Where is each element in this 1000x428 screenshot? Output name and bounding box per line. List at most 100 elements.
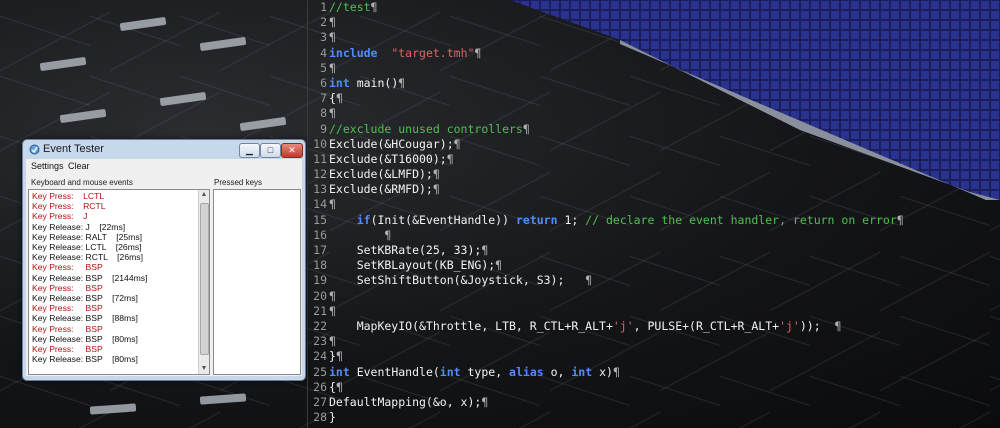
- code-editor[interactable]: 1//test¶ 2 ¶ 3 ¶ 4 include "target.tmh"¶ 5 ¶ 6 int…: [308, 0, 1000, 424]
- event-list-item[interactable]: Key Press: BSP: [32, 324, 103, 334]
- code-line[interactable]: 13 Exclude(&RMFD);¶: [308, 182, 1000, 197]
- code-line[interactable]: 27 DefaultMapping(&o, x);¶: [308, 395, 1000, 410]
- event-list-item[interactable]: Key Press: BSP: [32, 283, 103, 293]
- event-list-item[interactable]: Key Press: RCTL: [32, 201, 106, 211]
- events-list[interactable]: ▲ ▼ Key Press: LCTL Key Press: RCTL Key Pr…: [28, 189, 210, 375]
- code-line[interactable]: 18 SetKBLayout(KB_ENG);¶: [308, 258, 1000, 273]
- code-line[interactable]: 3 ¶: [308, 30, 1000, 45]
- code-text: ¶: [329, 30, 336, 45]
- line-number: 23: [313, 334, 327, 349]
- code-text: //exclude unused controllers¶: [329, 122, 530, 137]
- code-line[interactable]: 19 SetShiftButton(&Joystick, S3); ¶: [308, 273, 1000, 288]
- code-line[interactable]: 9//exclude unused controllers¶: [308, 122, 1000, 137]
- code-line[interactable]: 26 {¶: [308, 380, 1000, 395]
- code-line[interactable]: 6 int main()¶: [308, 76, 1000, 91]
- code-text: Exclude(&RMFD);¶: [329, 182, 440, 197]
- code-line[interactable]: 24}¶: [308, 349, 1000, 364]
- pilcrow-mark: ¶: [329, 197, 336, 212]
- code-line[interactable]: 15 if(Init(&EventHandle)) return 1; // d…: [308, 213, 1000, 228]
- code-line[interactable]: 10 Exclude(&HCougar);¶: [308, 137, 1000, 152]
- event-list-item[interactable]: Key Release: J [22ms]: [32, 222, 125, 232]
- line-number: 21: [313, 303, 327, 318]
- code-text: ¶: [329, 61, 336, 76]
- event-list-item[interactable]: Key Press: BSP: [32, 262, 103, 272]
- event-list-item[interactable]: Key Press: LCTL: [32, 191, 104, 201]
- line-number: 7: [320, 91, 327, 106]
- pilcrow-mark: ¶: [329, 303, 336, 318]
- scroll-thumb[interactable]: [200, 203, 209, 355]
- event-list-item[interactable]: Key Release: RALT [25ms]: [32, 232, 142, 242]
- code-token: EventHandle(: [349, 364, 440, 379]
- code-text: }¶: [329, 349, 343, 364]
- code-text: Exclude(&LMFD);¶: [329, 167, 440, 182]
- code-line[interactable]: 25 int EventHandle(int type, alias o, int…: [308, 365, 1000, 380]
- pilcrow-mark: ¶: [329, 60, 336, 75]
- line-number: 14: [313, 197, 327, 212]
- code-line[interactable]: 7 {¶: [308, 91, 1000, 106]
- menu-clear[interactable]: Clear: [68, 161, 90, 171]
- code-text: ¶: [329, 334, 336, 349]
- line-number: 9: [320, 121, 327, 136]
- line-number: 2: [320, 15, 327, 30]
- menu-settings[interactable]: Settings: [31, 161, 64, 171]
- line-number: 10: [313, 136, 327, 151]
- code-line[interactable]: 2 ¶: [308, 15, 1000, 30]
- code-token: Exclude(&T16000);: [329, 151, 447, 166]
- menu-bar: Settings Clear: [26, 159, 302, 174]
- maximize-button[interactable]: □: [260, 143, 281, 158]
- pilcrow-mark: ¶: [329, 334, 336, 349]
- scroll-up-icon[interactable]: ▲: [199, 190, 209, 200]
- minimize-button[interactable]: ▁: [239, 143, 260, 158]
- code-line[interactable]: 21 ¶: [308, 304, 1000, 319]
- event-tester-window[interactable]: Event Tester ▁ □ ✕ Settings Clear Keyboa…: [22, 139, 306, 381]
- code-token: int: [329, 364, 350, 379]
- line-number: 13: [313, 182, 327, 197]
- event-list-item[interactable]: Key Release: BSP [2144ms]: [32, 273, 147, 283]
- code-line[interactable]: 4 include "target.tmh"¶: [308, 46, 1000, 61]
- events-scrollbar[interactable]: ▲ ▼: [198, 190, 209, 374]
- line-number: 25: [313, 364, 327, 379]
- event-list-item[interactable]: Key Release: LCTL [26ms]: [32, 242, 142, 252]
- code-line[interactable]: 11 Exclude(&T16000);¶: [308, 152, 1000, 167]
- code-line[interactable]: 5 ¶: [308, 61, 1000, 76]
- code-token: // declare the event handler, return on …: [585, 212, 897, 227]
- close-button[interactable]: ✕: [281, 143, 303, 158]
- scroll-down-icon[interactable]: ▼: [199, 364, 209, 374]
- line-number: 18: [313, 258, 327, 273]
- line-number: 27: [313, 394, 327, 409]
- event-list-item[interactable]: Key Release: BSP [72ms]: [32, 293, 138, 303]
- event-list-item[interactable]: Key Press: BSP: [32, 303, 103, 313]
- code-line[interactable]: 28}: [308, 410, 1000, 425]
- event-list-item[interactable]: Key Press: BSP: [32, 344, 103, 354]
- code-line[interactable]: 22 MapKeyIO(&Throttle, LTB, R_CTL+R_ALT+…: [308, 319, 1000, 334]
- code-token: SetKBRate(25, 33);: [329, 243, 482, 257]
- code-token: 'j': [779, 318, 800, 333]
- code-line[interactable]: 8 ¶: [308, 106, 1000, 121]
- event-list-item[interactable]: Key Release: BSP [80ms]: [32, 354, 138, 364]
- code-text: ¶: [329, 15, 336, 30]
- code-token: {: [329, 379, 336, 394]
- event-list-item[interactable]: Key Release: BSP [80ms]: [32, 334, 138, 344]
- code-line[interactable]: 23 ¶: [308, 334, 1000, 349]
- code-text: int EventHandle(int type, alias o, int x…: [329, 365, 620, 380]
- code-line[interactable]: 16 ¶: [308, 228, 1000, 243]
- event-list-item[interactable]: Key Press: J: [32, 211, 87, 221]
- code-line[interactable]: 17 SetKBRate(25, 33);¶: [308, 243, 1000, 258]
- pilcrow-mark: ¶: [335, 379, 343, 394]
- code-token: int: [329, 75, 350, 90]
- pilcrow-mark: ¶: [896, 212, 904, 227]
- code-line[interactable]: 12 Exclude(&LMFD);¶: [308, 167, 1000, 182]
- pressed-keys-list[interactable]: [213, 189, 301, 375]
- code-token: SetShiftButton(&Joystick, S3);: [329, 273, 586, 288]
- pilcrow-mark: ¶: [453, 136, 461, 151]
- title-bar[interactable]: Event Tester ▁ □ ✕: [23, 140, 305, 159]
- close-icon: ✕: [288, 145, 296, 155]
- code-text: ¶: [329, 197, 336, 212]
- code-line[interactable]: 1//test¶: [308, 0, 1000, 15]
- code-line[interactable]: 14 ¶: [308, 197, 1000, 212]
- event-list-item[interactable]: Key Release: RCTL [26ms]: [32, 252, 143, 262]
- code-line[interactable]: 20 ¶: [308, 289, 1000, 304]
- event-list-item[interactable]: Key Release: BSP [88ms]: [32, 313, 138, 323]
